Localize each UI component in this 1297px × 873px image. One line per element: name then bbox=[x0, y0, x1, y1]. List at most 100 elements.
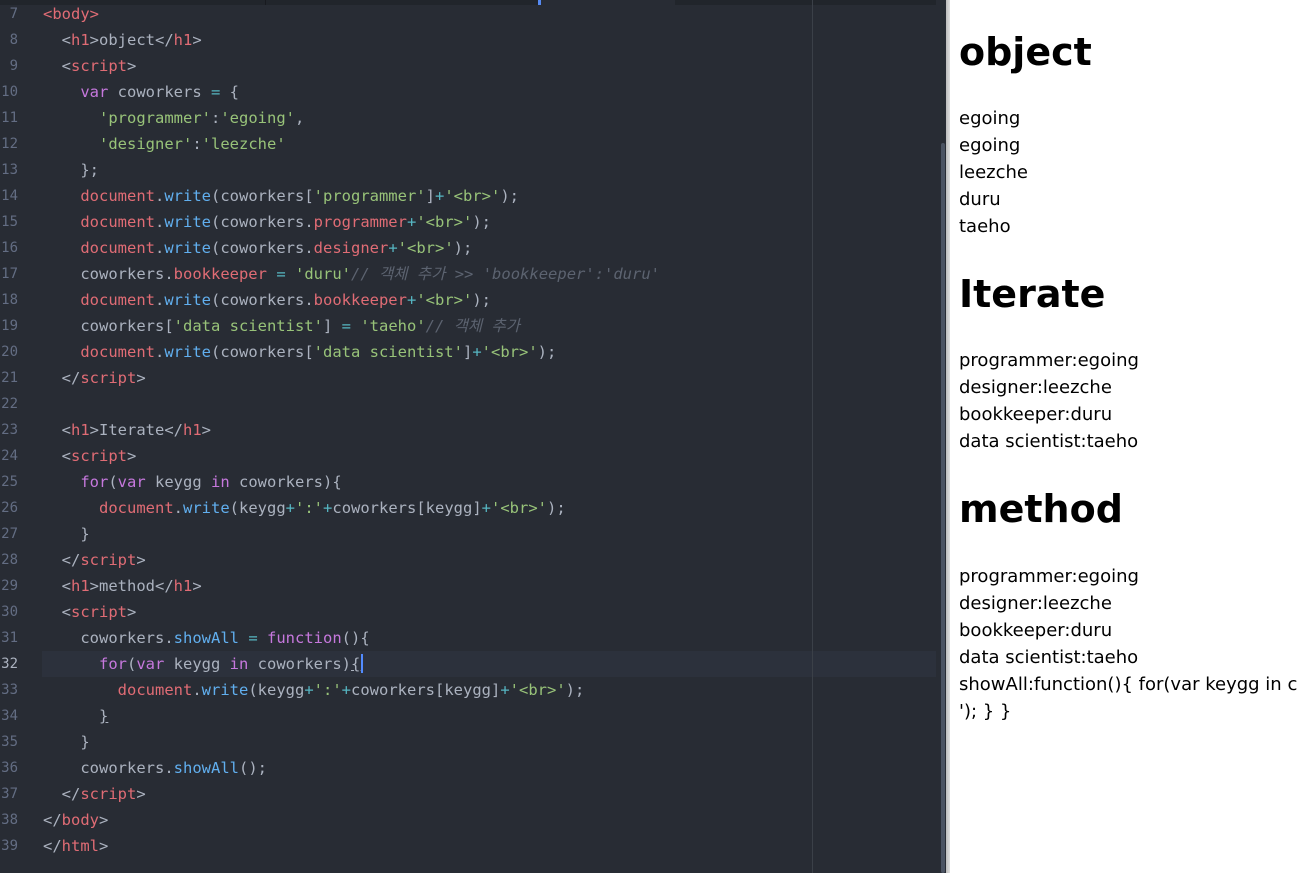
output-line: designer:leezche bbox=[959, 377, 1112, 398]
code-token: >object</ bbox=[89, 31, 174, 49]
code-token: > bbox=[192, 31, 202, 49]
output-line: designer:leezche bbox=[959, 593, 1112, 614]
code-token: ] bbox=[462, 343, 473, 361]
code-token: (); bbox=[238, 759, 267, 777]
code-text[interactable]: document.write(coworkers['data scientist… bbox=[43, 339, 556, 365]
code-text[interactable]: coworkers.showAll = function(){ bbox=[43, 625, 370, 651]
code-token: document bbox=[80, 213, 155, 231]
code-text[interactable]: coworkers.bookkeeper = 'duru'// 객체 추가 >>… bbox=[43, 261, 660, 287]
code-text[interactable]: </body> bbox=[43, 807, 108, 833]
code-text[interactable]: <h1>Iterate</h1> bbox=[43, 417, 211, 443]
code-text[interactable]: </script> bbox=[43, 547, 146, 573]
code-text[interactable]: coworkers.showAll(); bbox=[43, 755, 267, 781]
code-token: . bbox=[154, 291, 165, 309]
code-token: var bbox=[80, 83, 109, 101]
code-text[interactable]: </script> bbox=[43, 365, 146, 391]
code-text[interactable]: }; bbox=[43, 157, 99, 183]
code-text[interactable]: document.write(coworkers.designer+'<br>'… bbox=[43, 235, 472, 261]
line-number: 30 bbox=[1, 604, 18, 620]
code-token: (){ bbox=[341, 629, 370, 647]
code-token: + bbox=[304, 681, 314, 699]
code-text[interactable]: coworkers['data scientist'] = 'taeho'// … bbox=[43, 313, 520, 339]
code-text[interactable]: <script> bbox=[43, 443, 137, 469]
code-text[interactable]: <script> bbox=[43, 599, 137, 625]
code-token: , bbox=[294, 109, 305, 127]
code-text[interactable]: <h1>object</h1> bbox=[43, 27, 202, 53]
code-token: coworkers. bbox=[43, 759, 174, 777]
code-text[interactable]: document.write(coworkers['programmer']+'… bbox=[43, 183, 519, 209]
code-text[interactable]: document.write(coworkers.programmer+'<br… bbox=[43, 209, 491, 235]
code-token: : bbox=[210, 109, 221, 127]
code-text[interactable]: 'designer':'leezche' bbox=[43, 131, 286, 157]
code-editor[interactable]: 7 <body> 8 <h1>object</h1> 9 <script> 10 var… bbox=[0, 0, 948, 873]
code-token: script bbox=[71, 603, 127, 621]
code-text[interactable]: for(var keygg in coworkers){ bbox=[43, 469, 341, 495]
code-text[interactable]: var coworkers = { bbox=[43, 79, 239, 105]
code-token: (coworkers. bbox=[211, 239, 314, 257]
code-token: write bbox=[164, 213, 211, 231]
code-text[interactable]: <h1>method</h1> bbox=[43, 573, 202, 599]
code-token: >method</ bbox=[89, 577, 174, 595]
output-line: duru bbox=[959, 189, 1001, 210]
code-text[interactable]: </script> bbox=[43, 781, 146, 807]
code-token: coworkers[keygg] bbox=[351, 681, 501, 699]
code-token: document bbox=[80, 291, 155, 309]
code-token: document bbox=[80, 187, 155, 205]
code-token: . bbox=[154, 343, 165, 361]
code-text[interactable]: document.write(coworkers.bookkeeper+'<br… bbox=[43, 287, 491, 313]
code-text[interactable]: for(var keygg in coworkers){ bbox=[43, 651, 364, 677]
code-token: coworkers[keygg] bbox=[332, 499, 482, 517]
output-line: '); } } bbox=[959, 701, 1012, 722]
output-line: programmer:egoing bbox=[959, 350, 1139, 371]
code-token: '<br>' bbox=[416, 213, 473, 231]
output-line: data scientist:taeho bbox=[959, 647, 1139, 668]
code-token: < bbox=[43, 603, 71, 621]
output-line: bookkeeper:duru bbox=[959, 620, 1113, 641]
browser-preview: object egoing egoing leezche duru taeho … bbox=[950, 0, 1297, 873]
code-token: coworkers[ bbox=[43, 317, 174, 335]
code-token: function bbox=[267, 629, 342, 647]
code-text[interactable]: document.write(keygg+':'+coworkers[keygg… bbox=[43, 677, 585, 703]
line-number: 15 bbox=[1, 214, 18, 230]
tab-bar[interactable] bbox=[0, 0, 948, 5]
line-number: 22 bbox=[1, 396, 18, 412]
code-token: document bbox=[80, 343, 155, 361]
code-token: h1 bbox=[71, 421, 90, 439]
code-token: designer bbox=[313, 239, 389, 257]
preview-heading-method: method bbox=[959, 487, 1123, 531]
code-token: . bbox=[154, 239, 165, 257]
output-line: data scientist:taeho bbox=[959, 431, 1139, 452]
line-number: 31 bbox=[1, 630, 18, 646]
code-token: + bbox=[285, 499, 296, 517]
code-token: : bbox=[192, 135, 202, 153]
code-text[interactable]: } bbox=[43, 521, 90, 547]
code-token: = bbox=[248, 629, 258, 647]
code-token: } bbox=[43, 525, 90, 543]
line-number: 14 bbox=[1, 188, 18, 204]
code-token: h1 bbox=[173, 577, 193, 595]
code-text[interactable]: <script> bbox=[43, 53, 137, 79]
code-token: + bbox=[323, 499, 333, 517]
code-token: h1 bbox=[183, 421, 202, 439]
code-token: script bbox=[80, 551, 137, 569]
code-token: ':' bbox=[313, 681, 342, 699]
code-token: ); bbox=[472, 213, 491, 231]
code-token: ); bbox=[472, 291, 491, 309]
tab-active[interactable] bbox=[538, 0, 675, 5]
code-text[interactable]: 'programmer':'egoing', bbox=[43, 105, 304, 131]
code-token: > bbox=[99, 811, 109, 829]
code-token: < bbox=[43, 421, 71, 439]
code-token: write bbox=[164, 291, 211, 309]
editor-scrollbar-thumb[interactable] bbox=[941, 143, 945, 873]
code-text[interactable]: } bbox=[43, 703, 108, 729]
code-token: 'designer' bbox=[99, 135, 193, 153]
code-text[interactable]: } bbox=[43, 729, 89, 755]
preview-object-output: egoing egoing leezche duru taeho bbox=[959, 105, 1028, 240]
code-text[interactable]: </html> bbox=[43, 833, 108, 859]
wrap-guide bbox=[812, 0, 813, 873]
code-text[interactable]: <body> bbox=[43, 1, 99, 27]
code-token: '<br>' bbox=[481, 343, 538, 361]
code-text[interactable]: document.write(keygg+':'+coworkers[keygg… bbox=[43, 495, 566, 521]
